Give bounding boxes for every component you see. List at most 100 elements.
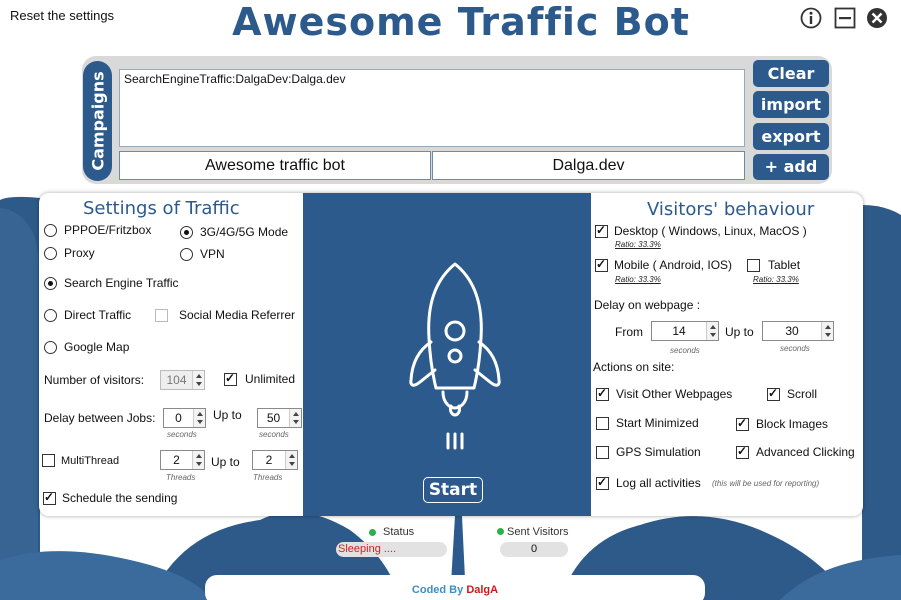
radio-vpn-label: VPN	[200, 247, 225, 261]
checkbox-multithread-box[interactable]	[42, 454, 55, 467]
status-label: Status	[383, 526, 415, 538]
radio-search-engine[interactable]: Search Engine Traffic	[44, 276, 179, 290]
status-indicator	[369, 529, 376, 536]
checkbox-log-all[interactable]: Log all activities	[596, 475, 701, 490]
webpage-delay-from-stepper[interactable]: 14	[651, 321, 719, 341]
delay-webpage-label: Delay on webpage :	[594, 298, 701, 312]
radio-mobile-mode[interactable]: 3G/4G/5G Mode	[180, 225, 288, 239]
radio-pppoe-label: PPPOE/Fritzbox	[64, 223, 152, 237]
radio-vpn-indicator[interactable]	[180, 247, 193, 261]
add-button[interactable]: + add	[753, 154, 829, 180]
checkbox-log-all-box[interactable]	[596, 475, 609, 490]
threads-from-arrows[interactable]	[192, 451, 204, 469]
radio-proxy-indicator[interactable]	[44, 246, 57, 260]
checkbox-desktop[interactable]: Desktop ( Windows, Linux, MacOS )	[595, 223, 807, 238]
webpage-delay-from-arrows[interactable]	[706, 322, 718, 340]
campaigns-tab-label: Campaigns	[88, 71, 107, 171]
checkbox-schedule[interactable]: Schedule the sending	[43, 490, 178, 505]
campaign-domain-field[interactable]: Dalga.dev	[432, 151, 745, 180]
delay-from-value: 0	[175, 411, 182, 425]
checkbox-gps[interactable]: GPS Simulation	[596, 445, 701, 459]
checkbox-unlimited-box[interactable]	[224, 371, 237, 386]
import-button[interactable]: import	[753, 91, 829, 118]
delay-from-unit: seconds	[167, 430, 197, 439]
sent-visitors-value: 0	[500, 542, 568, 557]
checkbox-visit-other-box[interactable]	[596, 386, 609, 401]
checkbox-tablet-box[interactable]	[747, 258, 760, 272]
checkbox-mobile-label: Mobile ( Android, IOS)	[614, 258, 733, 272]
visitors-label: Number of visitors:	[44, 373, 145, 387]
checkbox-multithread[interactable]: MultiThread	[42, 454, 119, 467]
checkbox-unlimited[interactable]: Unlimited	[224, 371, 295, 386]
campaigns-tab: Campaigns	[83, 61, 112, 181]
radio-direct-indicator[interactable]	[44, 308, 57, 322]
threads-to-stepper[interactable]: 2	[252, 450, 298, 470]
delay-from-arrows[interactable]	[193, 409, 205, 427]
radio-proxy[interactable]: Proxy	[44, 246, 95, 260]
checkbox-start-minimized-box[interactable]	[596, 416, 609, 430]
checkbox-social-referrer-box[interactable]	[155, 308, 168, 322]
checkbox-advanced-clicking[interactable]: Advanced Clicking	[736, 444, 855, 459]
minimize-icon[interactable]	[834, 7, 856, 29]
checkbox-visit-other-label: Visit Other Webpages	[616, 387, 733, 401]
radio-vpn[interactable]: VPN	[180, 247, 225, 261]
checkbox-mobile-box[interactable]	[595, 257, 608, 272]
checkbox-log-all-label: Log all activities	[616, 476, 701, 490]
delay-to-arrows[interactable]	[289, 409, 301, 427]
campaign-list-item[interactable]: SearchEngineTraffic:DalgaDev:Dalga.dev	[124, 72, 740, 86]
checkbox-start-minimized[interactable]: Start Minimized	[596, 416, 699, 430]
radio-direct[interactable]: Direct Traffic	[44, 308, 131, 322]
threads-up-to-label: Up to	[211, 455, 240, 469]
checkbox-social-referrer[interactable]: Social Media Referrer	[155, 308, 295, 322]
checkbox-block-images-label: Block Images	[756, 417, 829, 431]
threads-to-arrows[interactable]	[285, 451, 297, 469]
checkbox-mobile[interactable]: Mobile ( Android, IOS)	[595, 257, 733, 272]
webpage-delay-to-stepper[interactable]: 30	[762, 321, 834, 341]
delay-to-stepper[interactable]: 50	[257, 408, 302, 428]
campaign-list[interactable]: SearchEngineTraffic:DalgaDev:Dalga.dev	[119, 69, 745, 147]
footer-author: DalgA	[466, 584, 499, 596]
app-title: Awesome Traffic Bot	[232, 0, 690, 44]
behaviour-title: Visitors' behaviour	[647, 199, 815, 220]
checkbox-scroll[interactable]: Scroll	[767, 386, 817, 401]
visitors-value: 104	[166, 373, 187, 387]
visitors-stepper-arrows[interactable]	[192, 371, 204, 389]
webpage-delay-to-arrows[interactable]	[821, 322, 833, 340]
checkbox-gps-box[interactable]	[596, 445, 609, 459]
radio-google-map-indicator[interactable]	[44, 340, 57, 354]
checkbox-social-referrer-label: Social Media Referrer	[179, 308, 296, 322]
threads-to-unit: Threads	[253, 473, 283, 482]
checkbox-visit-other[interactable]: Visit Other Webpages	[596, 386, 733, 401]
checkbox-schedule-box[interactable]	[43, 490, 56, 505]
radio-direct-label: Direct Traffic	[64, 308, 132, 322]
actions-label: Actions on site:	[593, 360, 675, 374]
delay-up-to-label: Up to	[213, 408, 242, 422]
webpage-delay-to-unit: seconds	[780, 344, 810, 353]
info-icon[interactable]	[800, 7, 822, 29]
visitors-stepper[interactable]: 104	[160, 370, 205, 390]
sent-visitors-indicator	[497, 528, 504, 535]
radio-search-engine-indicator[interactable]	[44, 276, 57, 290]
close-icon[interactable]	[866, 7, 888, 29]
checkbox-block-images[interactable]: Block Images	[736, 416, 829, 431]
sent-visitors-label: Sent Visitors	[507, 526, 569, 538]
delay-from-stepper[interactable]: 0	[163, 408, 206, 428]
radio-mobile-mode-indicator[interactable]	[180, 225, 193, 239]
checkbox-schedule-label: Schedule the sending	[62, 491, 178, 505]
start-button[interactable]: Start	[423, 477, 483, 503]
radio-pppoe-indicator[interactable]	[44, 223, 57, 237]
radio-proxy-label: Proxy	[64, 246, 95, 260]
radio-pppoe[interactable]: PPPOE/Fritzbox	[44, 223, 151, 237]
checkbox-tablet[interactable]: Tablet	[747, 258, 800, 272]
checkbox-scroll-box[interactable]	[767, 386, 780, 401]
threads-from-stepper[interactable]: 2	[160, 450, 205, 470]
webpage-delay-to-value: 30	[785, 324, 799, 338]
checkbox-advanced-clicking-box[interactable]	[736, 444, 749, 459]
radio-google-map[interactable]: Google Map	[44, 340, 129, 354]
checkbox-block-images-box[interactable]	[736, 416, 749, 431]
export-button[interactable]: export	[753, 123, 829, 150]
checkbox-desktop-box[interactable]	[595, 223, 608, 238]
campaign-name-field[interactable]: Awesome traffic bot	[119, 151, 431, 180]
clear-list-button[interactable]: Clear list	[753, 60, 829, 110]
checkbox-desktop-label: Desktop ( Windows, Linux, MacOS )	[614, 224, 807, 238]
